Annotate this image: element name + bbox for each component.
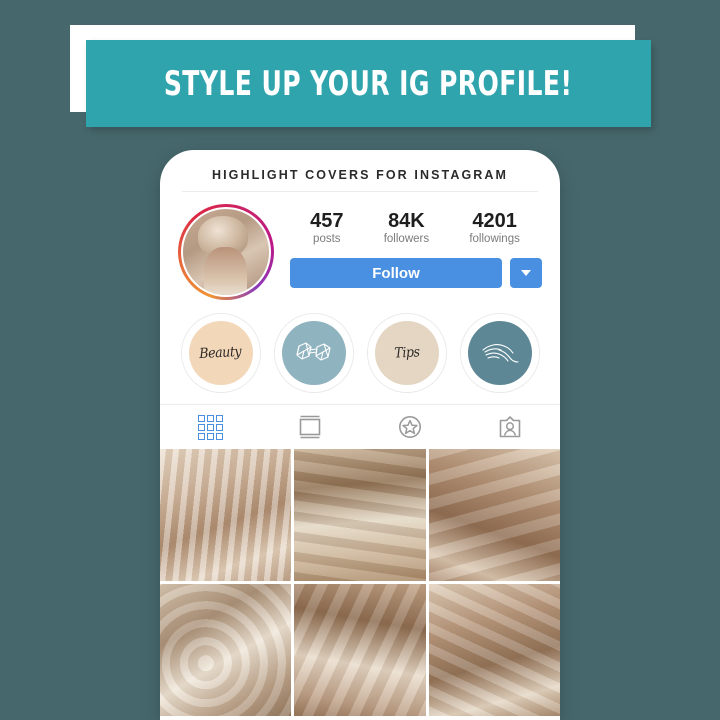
chevron-down-icon [521,270,531,277]
stat-label: followers [383,233,430,246]
avatar[interactable] [178,204,274,300]
highlight-cover: Beauty [181,314,260,392]
promo-banner: STYLE UP YOUR IG PROFILE! [0,0,720,150]
tab-tagged[interactable] [460,405,560,449]
phone-mockup: HIGHLIGHT COVERS FOR INSTAGRAM 457 posts… [160,150,560,720]
stat-followers[interactable]: 84K followers [384,210,429,245]
stat-label: followings [469,233,520,246]
profile-stats: 457 posts 84K followers 4201 followings [290,204,544,245]
highlight-cover [274,314,353,392]
stat-value: 457 [310,210,344,232]
story-highlights: Beauty Tips [160,300,560,404]
highlight-cover [460,314,539,392]
stat-followings[interactable]: 4201 followings [469,210,520,245]
star-circle-icon [399,416,421,438]
stat-label: posts [313,233,341,246]
photo-cell[interactable] [160,584,292,716]
highlight-fitness[interactable] [274,314,353,392]
banner-teal-block: STYLE UP YOUR IG PROFILE! [86,40,651,127]
follow-button[interactable]: Follow [290,258,502,289]
profile-actions: Follow [290,258,544,289]
highlight-tips[interactable]: Tips [367,314,446,392]
highlight-skincare[interactable] [460,314,539,392]
photo-cell[interactable] [160,449,292,581]
stat-posts[interactable]: 457 posts [310,210,343,245]
banner-headline: STYLE UP YOUR IG PROFILE! [164,63,573,104]
photo-grid [160,449,560,716]
tab-carousel[interactable] [260,405,360,449]
avatar-image [181,207,271,297]
tab-grid[interactable] [160,405,260,449]
tab-shop[interactable] [360,405,460,449]
carousel-icon [299,415,321,439]
page-title: HIGHLIGHT COVERS FOR INSTAGRAM [211,168,509,182]
photo-cell[interactable] [428,584,560,716]
stat-value: 4201 [472,210,517,232]
profile-header: 457 posts 84K followers 4201 followings … [160,192,560,300]
highlight-cover: Tips [367,314,446,392]
profile-options-button[interactable] [510,258,542,289]
profile-details: 457 posts 84K followers 4201 followings … [274,204,544,289]
highlight-beauty[interactable]: Beauty [181,314,260,392]
person-card-icon [499,416,521,438]
highlight-label: Beauty [199,343,242,363]
hand-icon [481,344,519,363]
stat-value: 84K [388,210,425,232]
profile-tabs [160,405,560,449]
photo-cell[interactable] [294,584,426,716]
highlight-label: Tips [393,344,420,362]
photo-cell[interactable] [428,449,560,581]
dumbbell-icon [295,342,331,361]
photo-cell[interactable] [294,449,426,581]
grid-icon [197,414,223,440]
